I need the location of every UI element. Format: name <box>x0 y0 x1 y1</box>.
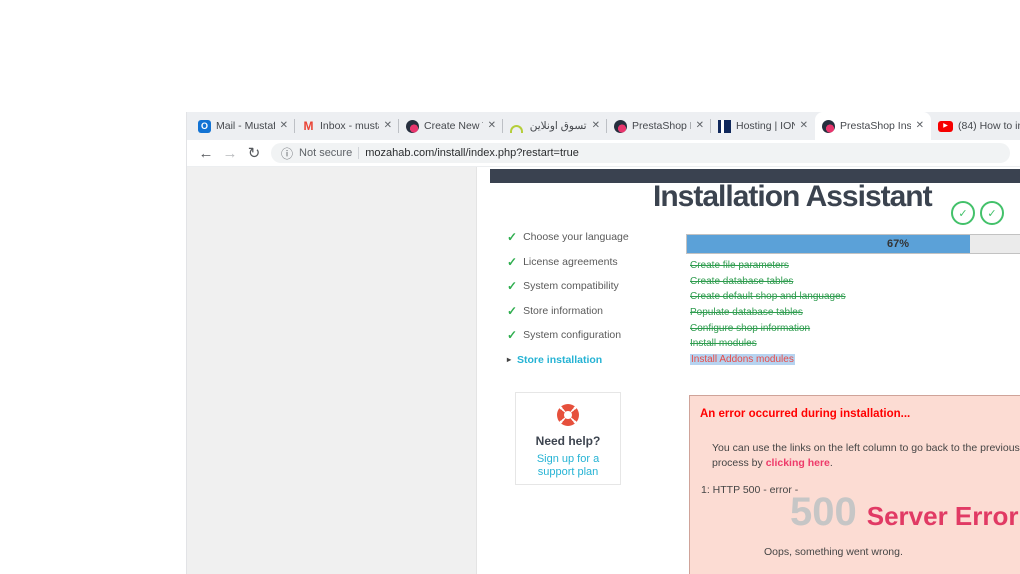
tab-title: Inbox - mustaf <box>320 120 379 132</box>
tab-close-icon[interactable]: ✕ <box>916 121 924 131</box>
url-text: mozahab.com/install/index.php?restart=tr… <box>365 147 579 159</box>
step-system-configuration[interactable]: ✓ System configuration <box>507 329 629 341</box>
tab-close-icon[interactable]: ✕ <box>592 121 600 131</box>
task-done: Create default shop and languages <box>690 291 846 302</box>
step-label: System configuration <box>523 329 621 341</box>
success-badge-icon: ✓ <box>951 201 975 225</box>
task-current-highlighted: Install Addons modules <box>690 354 795 365</box>
error-code-500: 500 <box>790 490 857 535</box>
tab-mail[interactable]: Mail - Mustafa ✕ <box>191 112 295 140</box>
progress-percent: 67% <box>687 235 1020 253</box>
page-title: Installation Assistant <box>653 180 932 214</box>
tab-prestashop-install-active[interactable]: PrestaShop Ins ✕ <box>815 112 931 140</box>
error-body-line2: process by <box>712 457 766 469</box>
help-title: Need help? <box>536 434 601 448</box>
tab-title: PrestaShop Ins <box>840 120 911 132</box>
prestashop-icon <box>822 120 835 133</box>
installer-steps-nav: ✓ Choose your language ✓ License agreeme… <box>507 231 629 366</box>
tab-close-icon[interactable]: ✕ <box>384 121 392 131</box>
tab-close-icon[interactable]: ✕ <box>800 121 808 131</box>
tab-close-icon[interactable]: ✕ <box>488 121 496 131</box>
task-done: Create database tables <box>690 276 793 287</box>
tab-title: PrestaShop He <box>632 120 691 132</box>
tab-prestashop-help[interactable]: PrestaShop He ✕ <box>607 112 711 140</box>
step-label: Store information <box>523 305 603 317</box>
address-bar[interactable]: ⓘ Not secure mozahab.com/install/index.p… <box>271 143 1010 163</box>
support-link-line1: Sign up for a <box>537 453 599 465</box>
info-icon[interactable]: ⓘ <box>281 145 293 162</box>
task-done: Create file parameters <box>690 260 789 271</box>
tab-close-icon[interactable]: ✕ <box>280 121 288 131</box>
check-icon: ✓ <box>507 256 517 268</box>
task-done: Install modules <box>690 338 757 349</box>
tab-arabic-shop[interactable]: تسوق اونلاين ل ✕ <box>503 112 607 140</box>
page-left-margin <box>187 167 477 574</box>
tab-hosting-ionos[interactable]: Hosting | IONO ✕ <box>711 112 815 140</box>
outlook-icon <box>198 120 211 133</box>
browser-toolbar: ← → ↻ ⓘ Not secure mozahab.com/install/i… <box>187 140 1020 167</box>
forward-icon[interactable]: → <box>219 145 241 162</box>
install-task-list: Create file parameters Create database t… <box>690 260 846 365</box>
success-badge-icon: ✓ <box>980 201 1004 225</box>
task-done: Configure shop information <box>690 323 810 334</box>
check-icon: ✓ <box>507 329 517 341</box>
tab-close-icon[interactable]: ✕ <box>696 121 704 131</box>
step-label: License agreements <box>523 256 618 268</box>
step-store-information[interactable]: ✓ Store information <box>507 305 629 317</box>
error-heading: An error occurred during installation... <box>700 408 910 420</box>
installation-error-box: An error occurred during installation...… <box>689 395 1020 574</box>
error-code-text: Server Error <box>867 501 1019 532</box>
check-icon: ✓ <box>507 231 517 243</box>
prestashop-icon <box>614 120 627 133</box>
step-license-agreements[interactable]: ✓ License agreements <box>507 256 629 268</box>
step-store-installation[interactable]: ▸ Store installation <box>507 354 629 366</box>
need-help-card: Need help? Sign up for a support plan <box>515 392 621 485</box>
tab-title: Mail - Mustafa <box>216 120 275 132</box>
not-secure-label: Not secure <box>299 147 352 159</box>
tab-title: (84) How to in <box>958 120 1020 132</box>
page-content: Installation Assistant ✓ ✓ ✓ Choose your… <box>187 167 1020 574</box>
tab-youtube[interactable]: ▶ (84) How to in <box>931 112 1020 140</box>
step-label: Choose your language <box>523 231 629 243</box>
error-body-line1: You can use the links on the left column… <box>712 442 1020 454</box>
support-plan-link[interactable]: Sign up for a support plan <box>537 453 599 479</box>
oops-message: Oops, something went wrong. <box>764 546 903 558</box>
back-icon[interactable]: ← <box>195 145 217 162</box>
reload-icon[interactable]: ↻ <box>243 144 265 162</box>
tab-inbox[interactable]: Inbox - mustaf ✕ <box>295 112 399 140</box>
caret-icon: ▸ <box>507 354 511 366</box>
http-error-line: 1: HTTP 500 - error - <box>701 484 798 496</box>
tab-title: تسوق اونلاين ل <box>528 120 587 132</box>
step-choose-language[interactable]: ✓ Choose your language <box>507 231 629 243</box>
step-label: Store installation <box>517 354 602 366</box>
tab-create-new[interactable]: Create New To ✕ <box>399 112 503 140</box>
step-system-compatibility[interactable]: ✓ System compatibility <box>507 280 629 292</box>
check-icon: ✓ <box>507 305 517 317</box>
arc-icon <box>510 125 523 133</box>
play-icon: ▶ <box>943 123 948 129</box>
omnibox-divider <box>358 147 359 159</box>
lifebuoy-icon <box>557 404 579 426</box>
support-link-line2: support plan <box>538 466 599 478</box>
prestashop-icon <box>406 120 419 133</box>
ionos-icon <box>718 120 731 133</box>
step-label: System compatibility <box>523 280 619 292</box>
lifebuoy-hole <box>564 411 572 419</box>
clicking-here-link[interactable]: clicking here <box>766 457 830 469</box>
error-body: You can use the links on the left column… <box>712 441 1020 471</box>
tab-title: Hosting | IONO <box>736 120 795 132</box>
gmail-icon <box>302 120 315 133</box>
tab-title: Create New To <box>424 120 483 132</box>
browser-window: Mail - Mustafa ✕ Inbox - mustaf ✕ Create… <box>186 112 1020 574</box>
youtube-icon: ▶ <box>938 121 953 132</box>
check-icon: ✓ <box>507 280 517 292</box>
task-done: Populate database tables <box>690 307 803 318</box>
progress-bar: 67% <box>686 234 1020 254</box>
tab-strip: Mail - Mustafa ✕ Inbox - mustaf ✕ Create… <box>187 112 1020 140</box>
error-body-suffix: . <box>830 457 833 469</box>
server-error-banner: 500 Server Error <box>790 490 1019 535</box>
